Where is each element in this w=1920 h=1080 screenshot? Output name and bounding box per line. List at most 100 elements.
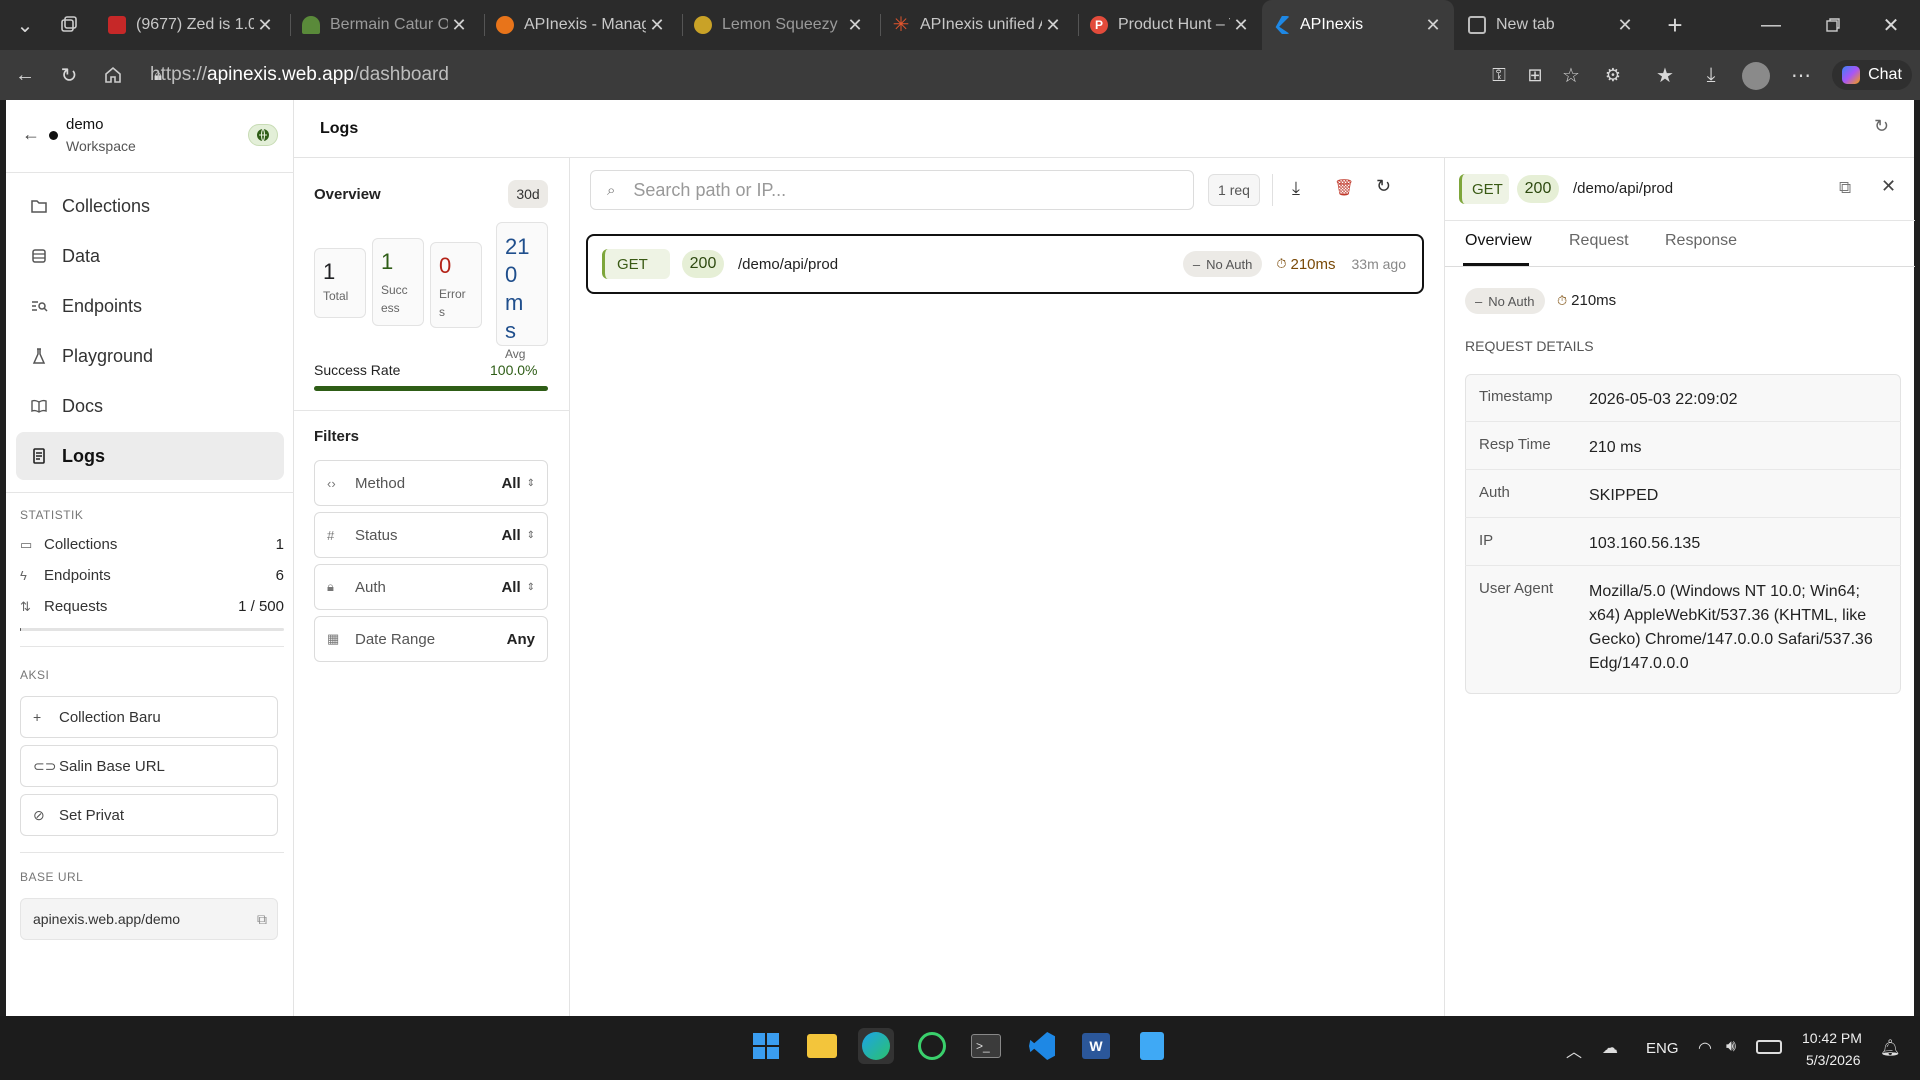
close-icon[interactable]: ✕ xyxy=(1230,15,1252,36)
nav-item-data[interactable]: Data xyxy=(16,232,284,280)
browser-tab[interactable]: Lemon Squeezy ✕ xyxy=(684,0,876,50)
header-refresh-icon[interactable]: ↻ xyxy=(1874,116,1889,137)
clear-logs-icon[interactable]: 🗑︎ xyxy=(1334,178,1354,198)
detail-key: User Agent xyxy=(1479,580,1554,597)
browser-tab[interactable]: New tab ✕ xyxy=(1458,0,1646,50)
success-rate-value: 100.0% xyxy=(490,362,538,378)
battery-icon[interactable] xyxy=(1756,1040,1782,1054)
copy-base-url-button[interactable]: ⊂⊃ Salin Base URL xyxy=(20,745,278,787)
filter-auth[interactable]: 🔒︎ Auth All ⇕ xyxy=(314,564,548,610)
file-explorer-icon[interactable] xyxy=(804,1028,840,1064)
nav-item-logs[interactable]: Logs xyxy=(16,432,284,480)
folder-icon xyxy=(31,200,47,213)
close-icon[interactable]: ✕ xyxy=(448,15,470,36)
divider xyxy=(1445,220,1915,221)
onedrive-icon[interactable]: ☁ xyxy=(1602,1038,1618,1058)
browser-tab-active[interactable]: APInexis ✕ xyxy=(1262,0,1454,50)
app-window: ← demo Workspace Collections Data Endpoi… xyxy=(6,100,1915,1016)
detail-key: Timestamp xyxy=(1479,388,1553,405)
youtube-icon xyxy=(108,16,126,34)
search-input[interactable]: ⌕ Search path or IP... xyxy=(590,170,1194,210)
new-collection-button[interactable]: + Collection Baru xyxy=(20,696,278,738)
more-menu-icon[interactable]: ⋯ xyxy=(1786,60,1816,90)
browser-tab[interactable]: APInexis - Manage ✕ xyxy=(486,0,678,50)
notification-bell-icon[interactable]: 🔔︎ xyxy=(1880,1038,1900,1058)
filter-status[interactable]: # Status All ⇕ xyxy=(314,512,548,558)
close-icon[interactable]: ✕ xyxy=(1042,15,1064,36)
terminal-icon[interactable]: >_ xyxy=(968,1028,1004,1064)
clock-date[interactable]: 5/3/2026 xyxy=(1806,1052,1861,1068)
refresh-logs-icon[interactable]: ↻ xyxy=(1376,176,1391,197)
new-tab-plus-icon[interactable]: + xyxy=(1658,10,1692,40)
log-entry-row[interactable]: GET 200 /demo/api/prod – No Auth ⏱ 210ms 3… xyxy=(586,234,1424,294)
close-icon[interactable]: ✕ xyxy=(646,15,668,36)
nav-item-endpoints[interactable]: Endpoints xyxy=(16,282,284,330)
show-hidden-icons-chevron[interactable]: ︿ xyxy=(1566,1038,1582,1062)
stat-value: 1 / 500 xyxy=(238,598,284,615)
close-icon[interactable]: ✕ xyxy=(1422,15,1444,36)
nav-item-collections[interactable]: Collections xyxy=(16,182,284,230)
range-badge[interactable]: 30d xyxy=(508,180,548,208)
tab-actions-chevron-icon[interactable]: ⌄ xyxy=(8,10,42,40)
success-rate-label: Success Rate xyxy=(314,362,401,378)
word-icon[interactable]: W xyxy=(1078,1028,1114,1064)
close-icon[interactable]: ✕ xyxy=(254,15,276,36)
filter-date-range[interactable]: ▦ Date Range Any xyxy=(314,616,548,662)
calendar-icon: ▦ xyxy=(327,631,340,646)
back-icon[interactable]: ← xyxy=(8,60,42,90)
windows-start-icon[interactable] xyxy=(748,1028,784,1064)
close-icon[interactable]: ✕ xyxy=(1614,15,1636,36)
downloads-icon[interactable]: ⤓ xyxy=(1696,60,1726,90)
tab-response[interactable]: Response xyxy=(1665,232,1737,250)
nav-item-playground[interactable]: Playground xyxy=(16,332,284,380)
restore-icon[interactable] xyxy=(1816,10,1850,40)
database-icon xyxy=(32,249,46,263)
workspaces-icon[interactable] xyxy=(52,10,86,40)
search-icon: ⌕ xyxy=(607,181,616,199)
tab-title: New tab xyxy=(1496,16,1555,33)
copilot-chat-button[interactable]: Chat xyxy=(1832,60,1912,90)
profile-avatar-icon[interactable] xyxy=(1742,62,1770,90)
browser-tab[interactable]: Bermain Catur Onl ✕ xyxy=(292,0,480,50)
visibility-public-badge[interactable] xyxy=(248,124,278,146)
browser-tab[interactable]: ✳ APInexis unified AI ✕ xyxy=(882,0,1074,50)
copy-icon[interactable]: ⧉ xyxy=(257,911,267,928)
tab-request[interactable]: Request xyxy=(1569,232,1629,250)
wifi-icon[interactable]: ◠ xyxy=(1698,1038,1712,1058)
stat-card-avg: 21 0m s Avg xyxy=(496,222,548,361)
input-language[interactable]: ENG xyxy=(1646,1040,1679,1057)
base-url-value: apinexis.web.app/demo xyxy=(33,911,181,927)
copy-icon[interactable]: ⧉ xyxy=(1839,178,1851,198)
close-detail-icon[interactable]: ✕ xyxy=(1881,176,1896,197)
url-host: apinexis.web.app xyxy=(207,64,354,85)
favorite-star-icon[interactable]: ☆ xyxy=(1556,60,1586,90)
vscode-icon[interactable] xyxy=(1024,1028,1060,1064)
close-icon[interactable]: ✕ xyxy=(844,15,866,36)
volume-icon[interactable]: 🔊︎ xyxy=(1726,1038,1736,1056)
set-private-button[interactable]: ⊘ Set Privat xyxy=(20,794,278,836)
browser-tab[interactable]: (9677) Zed is 1.0 - ✕ xyxy=(98,0,286,50)
window-close-icon[interactable]: ✕ xyxy=(1874,10,1908,40)
edge-browser-icon[interactable] xyxy=(858,1028,894,1064)
tab-overview[interactable]: Overview xyxy=(1465,232,1532,250)
nav-item-docs[interactable]: Docs xyxy=(16,382,284,430)
stat-label: Collections xyxy=(44,536,118,553)
whatsapp-icon[interactable] xyxy=(914,1028,950,1064)
browser-tab[interactable]: P Product Hunt – Th ✕ xyxy=(1080,0,1262,50)
divider-vertical xyxy=(1272,174,1273,206)
detail-value: Mozilla/5.0 (Windows NT 10.0; Win64; x64… xyxy=(1589,583,1873,672)
key-icon[interactable]: ⚿ xyxy=(1484,60,1514,90)
download-icon[interactable]: ⤓ xyxy=(1292,178,1300,199)
notepad-icon[interactable] xyxy=(1134,1028,1170,1064)
back-arrow-icon[interactable]: ← xyxy=(22,124,40,145)
url-field[interactable]: https://apinexis.web.app/dashboard xyxy=(150,60,1470,90)
minimize-icon[interactable]: — xyxy=(1754,10,1788,40)
home-icon[interactable] xyxy=(96,60,130,90)
clock-time[interactable]: 10:42 PM xyxy=(1802,1030,1862,1046)
button-label: Set Privat xyxy=(59,806,125,824)
extensions-icon[interactable]: ⚙ xyxy=(1598,60,1628,90)
filter-method[interactable]: ‹› Method All ⇕ xyxy=(314,460,548,506)
apps-icon[interactable]: ⊞ xyxy=(1520,60,1550,90)
reload-icon[interactable]: ↻ xyxy=(52,60,86,90)
favorites-icon[interactable]: ★ xyxy=(1650,60,1680,90)
